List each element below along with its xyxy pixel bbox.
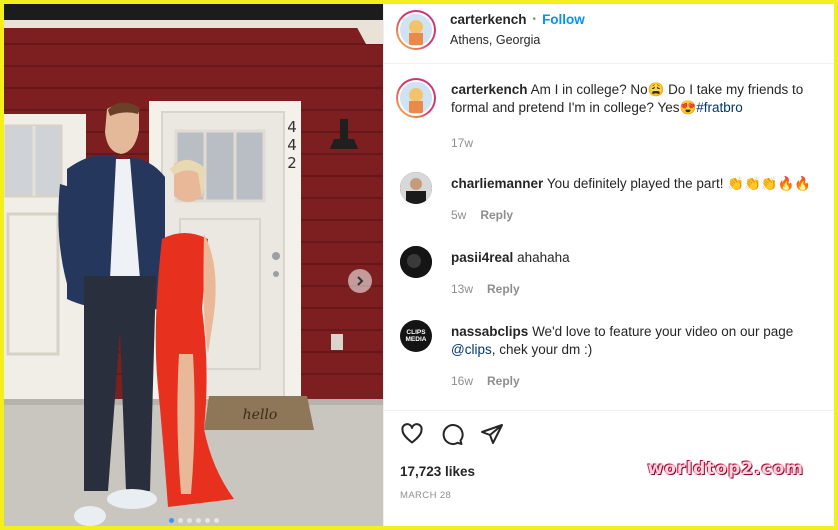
watermark: worldtop2.com [647, 459, 804, 479]
carousel-dot [213, 518, 219, 523]
post-frame: 4 4 2 hello carterkench • Follow Athens,… [4, 4, 834, 526]
post-date: MARCH 28 [400, 490, 452, 501]
comment-body-end: , chek your dm :) [491, 342, 593, 357]
comment-username[interactable]: pasii4real [451, 250, 513, 265]
comment-meta: 5w Reply [451, 208, 513, 222]
reply-button[interactable]: Reply [487, 374, 520, 388]
caption-meta: 17w [451, 136, 473, 150]
carousel-dot [168, 518, 174, 523]
commenter-avatar[interactable] [400, 172, 432, 204]
comment-age: 5w [451, 208, 467, 222]
caption-avatar[interactable] [396, 78, 436, 118]
caption-hashtag[interactable]: #fratbro [696, 100, 743, 115]
author-avatar[interactable] [396, 10, 436, 50]
reply-button[interactable]: Reply [480, 208, 513, 222]
doormat-text: hello [243, 407, 278, 423]
actions-divider [384, 410, 834, 411]
chevron-right-icon [357, 276, 364, 286]
door-number-digit: 2 [287, 154, 297, 172]
paper-plane-icon[interactable] [480, 422, 504, 446]
avatar-image [400, 246, 432, 278]
comment-username[interactable]: nassabclips [451, 324, 528, 339]
avatar-image [400, 82, 432, 114]
commenter-avatar[interactable] [400, 246, 432, 278]
comment-age: 16w [451, 374, 474, 388]
caption-text: carterkench Am I in college? No😩 Do I ta… [451, 81, 824, 117]
carousel-dot [177, 518, 183, 523]
caption-username[interactable]: carterkench [451, 82, 528, 97]
comment-body: ahahaha [517, 250, 570, 265]
carousel-dot [186, 518, 192, 523]
comment-text: pasii4real ahahaha [451, 249, 824, 267]
carousel-dot [204, 518, 210, 523]
comment-text: nassabclips We'd love to feature your vi… [451, 323, 824, 359]
photo-illustration: 442hello [4, 4, 383, 526]
header-title-row: carterkench • Follow [450, 12, 585, 27]
comment-body: We'd love to feature your video on our p… [532, 324, 794, 339]
comment-body: You definitely played the part! 👏👏👏🔥🔥 [546, 176, 812, 191]
comment-meta: 13w Reply [451, 282, 520, 296]
post-photo[interactable]: 4 4 2 hello [4, 4, 383, 526]
comment-text: charliemanner You definitely played the … [451, 175, 824, 193]
next-photo-button[interactable] [348, 269, 372, 293]
heart-icon[interactable] [400, 422, 424, 446]
comment-meta: 16w Reply [451, 374, 520, 388]
carousel-dots [4, 518, 383, 523]
comment-username[interactable]: charliemanner [451, 176, 543, 191]
post-header: carterkench • Follow Athens, Georgia [384, 4, 834, 64]
avatar-image [400, 172, 432, 204]
comments-section: carterkench Am I in college? No😩 Do I ta… [384, 64, 834, 410]
post-location[interactable]: Athens, Georgia [450, 33, 540, 47]
likes-count[interactable]: 17,723 likes [400, 464, 475, 479]
commenter-avatar[interactable]: CLIPS MEDIA [400, 320, 432, 352]
avatar-image [400, 14, 432, 46]
reply-button[interactable]: Reply [487, 282, 520, 296]
door-number-digit: 4 [287, 136, 297, 154]
caption-age: 17w [451, 136, 474, 150]
comment-icon[interactable] [440, 422, 464, 446]
separator-dot: • [532, 14, 537, 25]
post-details-panel: carterkench • Follow Athens, Georgia car… [383, 4, 834, 526]
avatar-label: CLIPS MEDIA [405, 329, 427, 343]
author-username[interactable]: carterkench [450, 12, 527, 27]
follow-button[interactable]: Follow [542, 12, 585, 27]
comment-age: 13w [451, 282, 474, 296]
action-bar [400, 422, 504, 446]
carousel-dot [195, 518, 201, 523]
door-number-digit: 4 [287, 118, 297, 136]
comment-mention[interactable]: @clips [451, 342, 492, 357]
